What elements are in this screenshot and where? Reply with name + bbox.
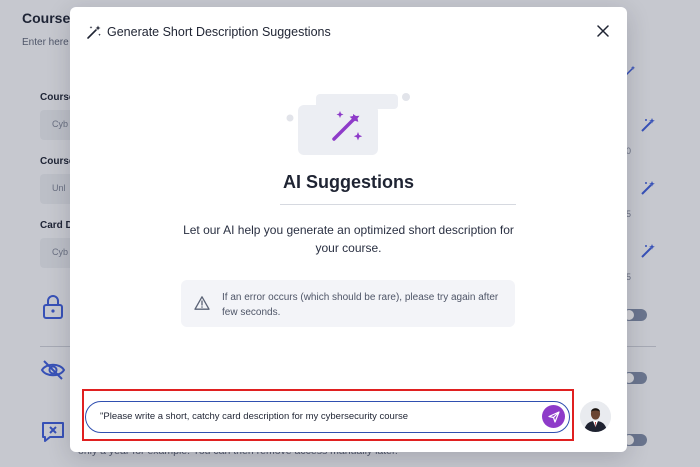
modal-title: Generate Short Description Suggestions — [107, 25, 331, 39]
send-icon — [547, 410, 560, 423]
ai-wand-illustration — [286, 93, 410, 155]
notice-text: If an error occurs (which should be rare… — [222, 292, 499, 318]
close-icon — [597, 25, 609, 37]
heading-divider — [280, 204, 516, 205]
prompt-input[interactable] — [100, 402, 540, 431]
magic-wand-icon — [86, 24, 102, 40]
warning-icon — [194, 295, 210, 311]
close-button[interactable] — [593, 21, 613, 41]
suggestions-modal: Generate Short Description Suggestions A… — [70, 7, 627, 452]
error-notice: If an error occurs (which should be rare… — [181, 280, 515, 327]
send-button[interactable] — [542, 405, 565, 428]
ai-suggestions-heading: AI Suggestions — [282, 172, 414, 192]
prompt-field — [85, 401, 570, 433]
user-avatar-icon — [580, 401, 611, 432]
ai-description: Let our AI help you generate an optimize… — [183, 223, 514, 255]
avatar[interactable] — [580, 401, 611, 432]
